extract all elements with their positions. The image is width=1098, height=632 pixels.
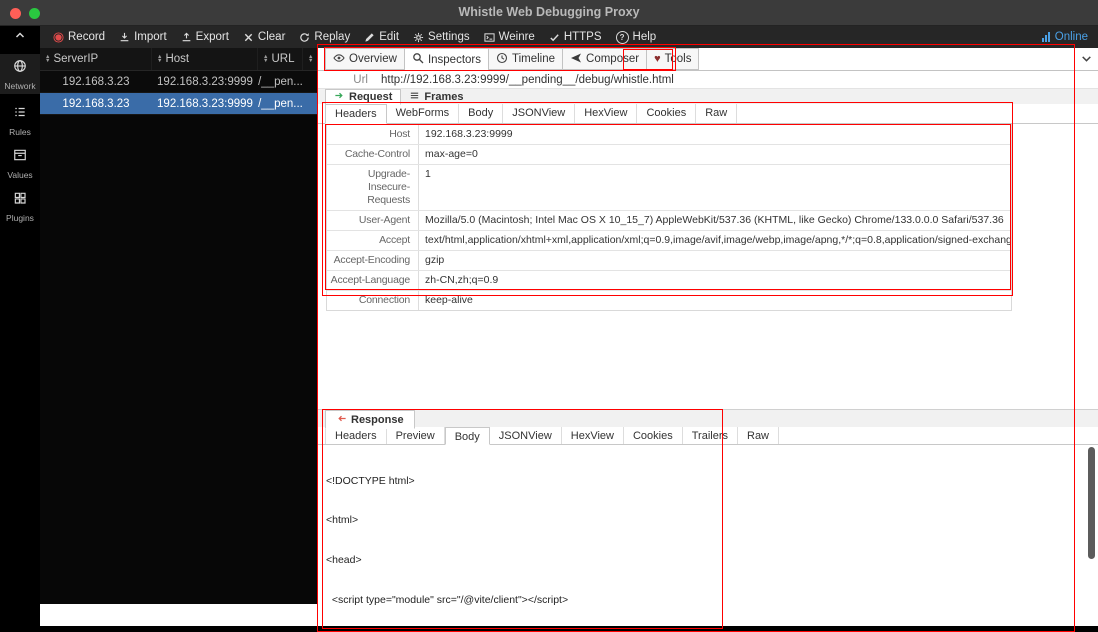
sidebar-item-rules[interactable]: Rules bbox=[0, 100, 40, 137]
inspect-highlight-rect bbox=[325, 124, 1011, 290]
help-icon: ? bbox=[616, 31, 629, 44]
clear-label: Clear bbox=[258, 31, 285, 43]
zoom-button[interactable] bbox=[29, 8, 40, 19]
clear-button[interactable]: Clear bbox=[236, 26, 292, 48]
column-header-partial[interactable]: ▲▼ bbox=[303, 48, 317, 70]
column-label: URL bbox=[271, 53, 294, 65]
network-list: ▲▼ ServerIP ▲▼ Host ▲▼ URL ▲▼ 192.168.3.… bbox=[40, 48, 317, 632]
sidebar-item-network[interactable]: Network bbox=[0, 54, 40, 94]
record-label: Record bbox=[68, 31, 105, 43]
record-icon bbox=[53, 32, 64, 43]
clear-icon bbox=[243, 32, 254, 43]
signal-bars-icon bbox=[1042, 32, 1050, 42]
cell-host: 192.168.3.23:9999 bbox=[152, 76, 258, 88]
import-icon bbox=[119, 32, 130, 43]
replay-icon bbox=[299, 32, 310, 43]
sidebar-item-label: Rules bbox=[9, 127, 31, 137]
chevron-down-icon[interactable] bbox=[1080, 52, 1093, 70]
column-label: Host bbox=[165, 53, 189, 65]
whistle-window: Whistle Web Debugging Proxy Record Impor… bbox=[0, 0, 1098, 632]
sidebar-item-label: Values bbox=[7, 170, 32, 180]
record-button[interactable]: Record bbox=[46, 26, 112, 48]
online-label: Online bbox=[1055, 31, 1088, 43]
gear-icon bbox=[413, 32, 424, 43]
values-box-icon bbox=[13, 148, 27, 167]
cell-serverip: 192.168.3.23 bbox=[40, 98, 152, 110]
weinre-label: Weinre bbox=[499, 31, 535, 43]
export-icon bbox=[181, 32, 192, 43]
sidebar-item-label: Plugins bbox=[6, 213, 34, 223]
edit-label: Edit bbox=[379, 31, 399, 43]
sort-icon[interactable]: ▲▼ bbox=[45, 55, 50, 64]
titlebar: Whistle Web Debugging Proxy bbox=[0, 0, 1098, 26]
sort-icon[interactable]: ▲▼ bbox=[157, 55, 162, 64]
cell-serverip: 192.168.3.23 bbox=[40, 76, 152, 88]
column-header-serverip[interactable]: ▲▼ ServerIP bbox=[40, 48, 152, 70]
sort-icon[interactable]: ▲▼ bbox=[263, 55, 268, 64]
check-icon bbox=[549, 32, 560, 43]
inspect-highlight-rect bbox=[623, 49, 673, 70]
network-list-footer bbox=[40, 604, 317, 626]
import-label: Import bbox=[134, 31, 167, 43]
cell-url: /__pen... bbox=[258, 98, 303, 110]
plugins-grid-icon bbox=[13, 191, 27, 210]
column-header-host[interactable]: ▲▼ Host bbox=[152, 48, 258, 70]
cell-url: /__pen... bbox=[258, 76, 303, 88]
sidebar-item-label: Network bbox=[4, 81, 35, 91]
inspect-highlight-rect bbox=[322, 409, 723, 629]
replay-label: Replay bbox=[314, 31, 350, 43]
chevron-up-icon bbox=[14, 28, 26, 46]
sort-icon[interactable]: ▲▼ bbox=[308, 55, 313, 64]
settings-label: Settings bbox=[428, 31, 470, 43]
sidebar-item-values[interactable]: Values bbox=[0, 143, 40, 180]
window-title: Whistle Web Debugging Proxy bbox=[0, 0, 1098, 25]
help-label: Help bbox=[633, 31, 657, 43]
globe-icon bbox=[13, 59, 27, 78]
rules-list-icon bbox=[13, 105, 27, 124]
https-label: HTTPS bbox=[564, 31, 602, 43]
export-button[interactable]: Export bbox=[174, 26, 236, 48]
table-row[interactable]: 192.168.3.23 192.168.3.23:9999 /__pen... bbox=[40, 71, 317, 93]
export-label: Export bbox=[196, 31, 229, 43]
cell-host: 192.168.3.23:9999 bbox=[152, 98, 258, 110]
network-list-header: ▲▼ ServerIP ▲▼ Host ▲▼ URL ▲▼ bbox=[40, 48, 317, 71]
edit-pencil-icon bbox=[364, 32, 375, 43]
column-label: ServerIP bbox=[53, 53, 98, 65]
sidebar-item-plugins[interactable]: Plugins bbox=[0, 186, 40, 223]
table-row-selected[interactable]: 192.168.3.23 192.168.3.23:9999 /__pen... bbox=[40, 93, 317, 115]
vertical-scrollbar[interactable] bbox=[1088, 447, 1095, 559]
console-icon bbox=[484, 32, 495, 43]
collapse-menu-button[interactable] bbox=[0, 26, 40, 48]
column-header-url[interactable]: ▲▼ URL bbox=[258, 48, 303, 70]
sidebar: Network Rules Values Plugins bbox=[0, 48, 40, 632]
close-button[interactable] bbox=[10, 8, 21, 19]
import-button[interactable]: Import bbox=[112, 26, 174, 48]
